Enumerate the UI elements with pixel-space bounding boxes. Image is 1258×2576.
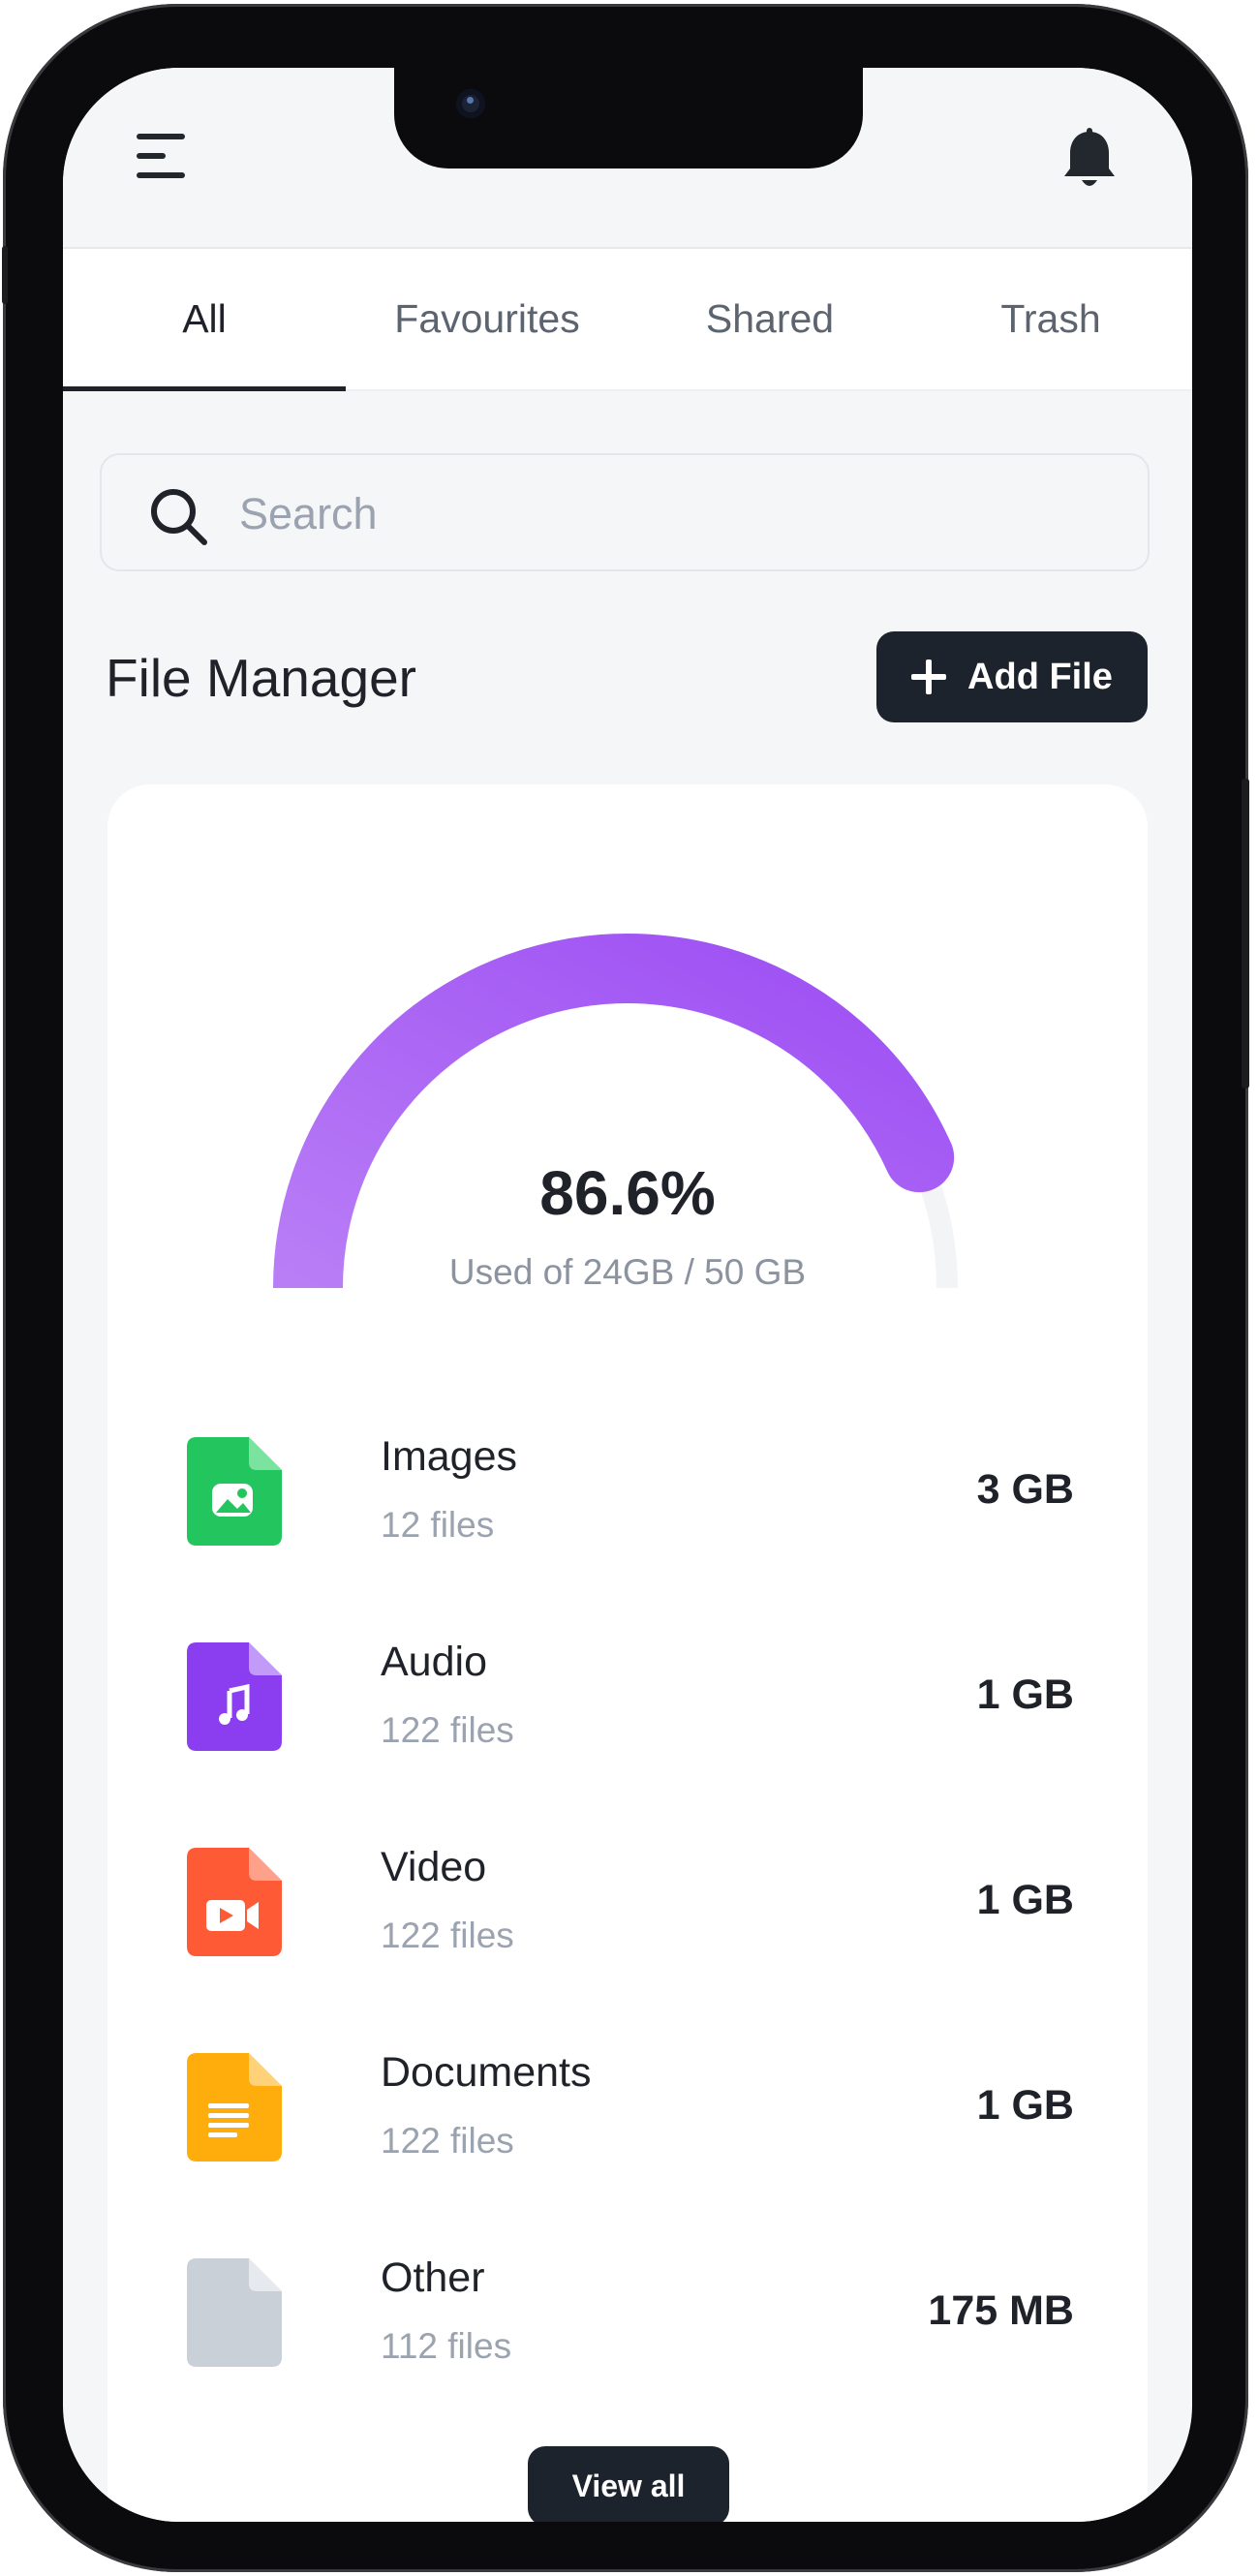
image-file-icon (187, 1437, 282, 1546)
file-category-size: 1 GB (976, 2082, 1074, 2129)
file-category-name: Documents (381, 2049, 592, 2096)
phone-frame: All Favourites Shared Trash File Manager… (2, 4, 1249, 2572)
file-category-name: Images (381, 1433, 518, 1480)
storage-card: 86.6% Used of 24GB / 50 GB Images 12 fil… (107, 784, 1148, 2522)
file-category-images[interactable]: Images 12 files 3 GB (107, 1433, 1148, 1631)
menu-icon[interactable] (137, 134, 191, 182)
search-box (100, 453, 1150, 571)
other-file-icon (187, 2258, 282, 2367)
file-category-count: 122 files (381, 1916, 514, 1955)
side-button (2, 246, 8, 304)
video-file-icon (187, 1848, 282, 1956)
page-title: File Manager (106, 648, 416, 708)
app-screen: All Favourites Shared Trash File Manager… (63, 68, 1192, 2522)
storage-percent: 86.6% (539, 1158, 716, 1228)
tab-all[interactable]: All (63, 249, 346, 391)
search-input[interactable] (237, 473, 1113, 556)
file-category-video[interactable]: Video 122 files 1 GB (107, 1844, 1148, 2041)
file-category-name: Other (381, 2254, 485, 2301)
tab-trash[interactable]: Trash (909, 249, 1192, 389)
audio-file-icon (187, 1642, 282, 1751)
file-category-other[interactable]: Other 112 files 175 MB (107, 2254, 1148, 2452)
tab-shared[interactable]: Shared (629, 249, 911, 389)
bell-icon[interactable] (1060, 128, 1119, 196)
file-category-documents[interactable]: Documents 122 files 1 GB (107, 2049, 1148, 2247)
add-file-label: Add File (967, 656, 1113, 697)
add-file-button[interactable]: Add File (876, 631, 1148, 722)
file-category-size: 1 GB (976, 1671, 1074, 1718)
tab-bar: All Favourites Shared Trash (63, 249, 1192, 391)
file-category-name: Video (381, 1844, 487, 1890)
document-file-icon (187, 2053, 282, 2162)
file-category-name: Audio (381, 1639, 487, 1685)
file-category-count: 12 files (381, 1505, 495, 1545)
file-category-size: 175 MB (928, 2287, 1074, 2334)
file-category-size: 1 GB (976, 1877, 1074, 1923)
file-category-count: 112 files (381, 2326, 512, 2366)
side-button (1242, 779, 1249, 1089)
file-category-audio[interactable]: Audio 122 files 1 GB (107, 1639, 1148, 1836)
storage-used-label: Used of 24GB / 50 GB (448, 1252, 807, 1292)
front-camera (456, 89, 485, 118)
file-category-count: 122 files (381, 2121, 514, 2161)
file-category-size: 3 GB (976, 1466, 1074, 1513)
tab-favourites[interactable]: Favourites (346, 249, 629, 389)
notch (394, 68, 863, 169)
view-all-button[interactable]: View all (528, 2446, 729, 2522)
search-icon (151, 489, 207, 545)
file-category-count: 122 files (381, 1710, 514, 1750)
plus-icon (911, 659, 947, 694)
gauge-fill (273, 934, 955, 1288)
